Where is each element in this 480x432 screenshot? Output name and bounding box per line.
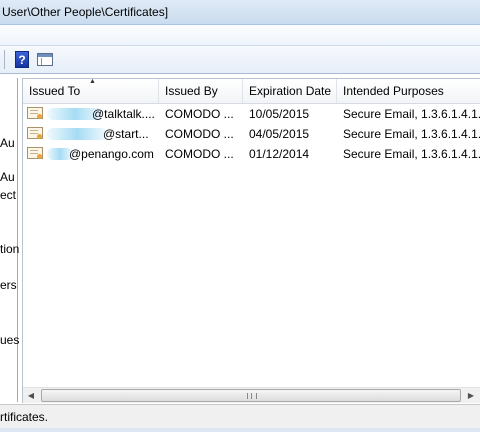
certificate-list: Issued To ▲ Issued By Expiration Date In… <box>22 78 480 403</box>
issued-by-cell: COMODO ... <box>165 147 234 161</box>
intended-purposes-cell: Secure Email, 1.3.6.1.4.1.64 <box>343 107 480 121</box>
issued-by-cell: COMODO ... <box>165 127 234 141</box>
window-title: User\Other People\Certificates] <box>2 5 169 19</box>
issued-by-cell: COMODO ... <box>165 107 234 121</box>
toolbar-separator <box>4 50 5 69</box>
certificate-icon <box>27 107 43 119</box>
column-label: Issued By <box>165 84 218 98</box>
console-tree-pane[interactable]: Au Au ect tion ers ues <box>0 78 19 402</box>
tree-item-fragment[interactable]: ues <box>0 333 19 347</box>
issued-to-cell: @start... <box>103 127 149 141</box>
issued-to-cell: @penango.com <box>69 147 154 161</box>
status-bar: rtificates. <box>0 404 480 429</box>
tree-item-fragment[interactable]: Au <box>0 136 15 150</box>
column-header-issued-to[interactable]: Issued To ▲ <box>23 79 159 103</box>
column-header-expiration-date[interactable]: Expiration Date <box>243 79 337 103</box>
table-row[interactable]: @talktalk.... COMODO ... 10/05/2015 Secu… <box>23 104 480 124</box>
tree-item-fragment[interactable]: tion <box>0 242 19 256</box>
redacted-name <box>47 128 107 140</box>
window-bottom-border <box>0 428 480 432</box>
grip-icon <box>247 393 257 399</box>
menu-bar <box>0 25 480 46</box>
sort-ascending-icon: ▲ <box>89 78 96 85</box>
status-text: rtificates. <box>0 410 49 424</box>
expiration-date-cell: 04/05/2015 <box>249 127 310 141</box>
table-row[interactable]: @penango.com COMODO ... 01/12/2014 Secur… <box>23 144 480 164</box>
list-header: Issued To ▲ Issued By Expiration Date In… <box>23 79 480 104</box>
tree-item-fragment[interactable]: Au <box>0 170 15 184</box>
expiration-date-cell: 01/12/2014 <box>249 147 310 161</box>
intended-purposes-cell: Secure Email, 1.3.6.1.4.1.64 <box>343 127 480 141</box>
tree-item-fragment[interactable]: ers <box>0 278 17 292</box>
column-header-intended-purposes[interactable]: Intended Purposes <box>337 79 480 103</box>
intended-purposes-cell: Secure Email, 1.3.6.1.4.1.64 <box>343 147 480 161</box>
show-hide-pane-icon[interactable] <box>37 53 53 66</box>
issued-to-cell: @talktalk.... <box>92 107 155 121</box>
column-header-issued-by[interactable]: Issued By <box>159 79 243 103</box>
help-icon[interactable]: ? <box>15 51 29 68</box>
toolbar: ? <box>0 46 480 74</box>
horizontal-scrollbar[interactable]: ◀ ▶ <box>23 387 480 403</box>
tree-item-fragment[interactable]: ect <box>0 188 16 202</box>
certificate-icon <box>27 147 43 159</box>
scroll-right-icon[interactable]: ▶ <box>463 388 479 403</box>
column-label: Issued To <box>29 84 81 98</box>
column-label: Intended Purposes <box>343 84 444 98</box>
expiration-date-cell: 10/05/2015 <box>249 107 310 121</box>
title-bar: User\Other People\Certificates] <box>0 0 480 25</box>
certificate-icon <box>27 127 43 139</box>
scroll-left-icon[interactable]: ◀ <box>23 388 39 403</box>
scrollbar-thumb[interactable] <box>41 389 461 402</box>
column-label: Expiration Date <box>249 84 332 98</box>
table-row[interactable]: @start... COMODO ... 04/05/2015 Secure E… <box>23 124 480 144</box>
